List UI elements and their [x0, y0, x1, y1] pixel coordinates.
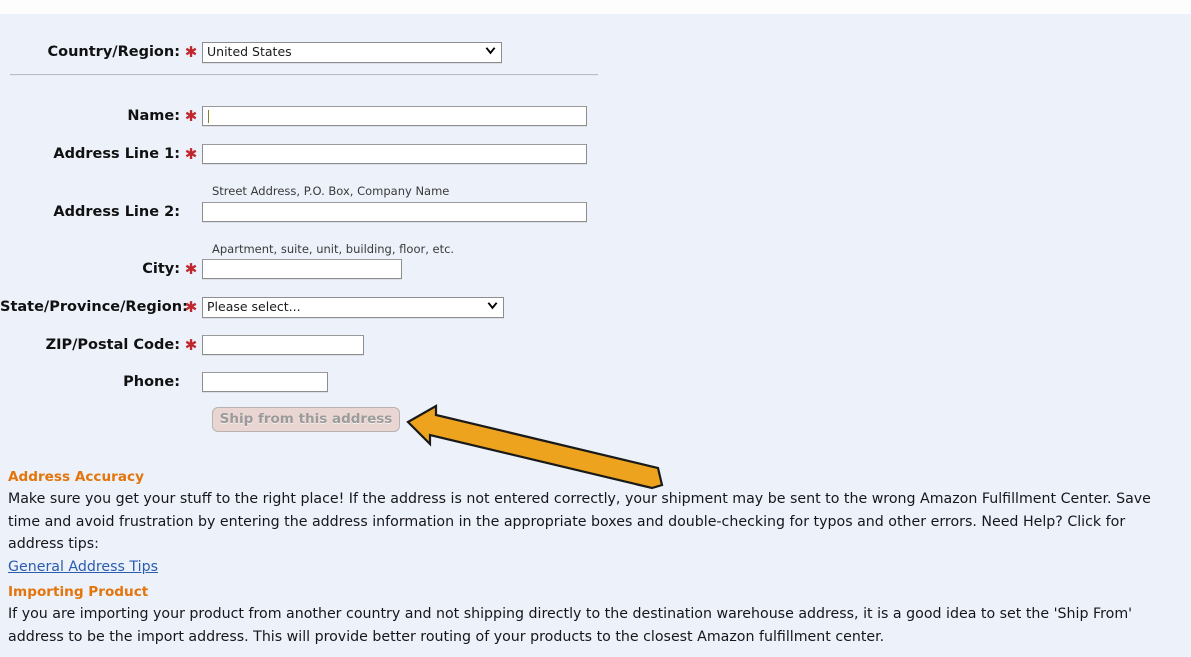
label-country-region: Country/Region:: [47, 44, 180, 60]
text-caret: [208, 109, 209, 123]
label-name: Name:: [127, 108, 180, 124]
field-row-city: City: ✱: [0, 255, 402, 283]
label-city: City:: [142, 261, 180, 277]
top-white-strip: [0, 0, 1191, 14]
required-asterisk-name: ✱: [184, 107, 198, 125]
required-asterisk-state-province-region: ✱: [184, 298, 198, 316]
chevron-down-glyph: [487, 302, 497, 310]
label-zip-postal-code: ZIP/Postal Code:: [45, 337, 180, 353]
page-root: Country/Region: ✱ United States Name: ✱ …: [0, 0, 1191, 657]
field-row-address-line-1: Address Line 1: ✱: [0, 140, 587, 168]
note-address-accuracy-body: Make sure you get your stuff to the righ…: [8, 491, 1151, 552]
input-phone[interactable]: [202, 372, 328, 392]
label-address-line-1: Address Line 1:: [53, 146, 180, 162]
note-address-accuracy-heading: Address Accuracy: [8, 469, 144, 485]
field-row-zip-postal-code: ZIP/Postal Code: ✱: [0, 331, 364, 359]
select-country-region-value: United States: [207, 44, 292, 59]
label-address-line-2: Address Line 2:: [53, 204, 180, 220]
note-importing-product: Importing Product If you are importing y…: [8, 582, 1183, 648]
select-country-region[interactable]: United States: [202, 41, 502, 63]
hint-address-line-2: Apartment, suite, unit, building, floor,…: [212, 242, 455, 256]
section-divider: [10, 74, 598, 76]
general-address-tips-link[interactable]: General Address Tips: [8, 559, 158, 575]
select-state-province-region-value: Please select...: [207, 299, 301, 314]
required-asterisk-country-region: ✱: [184, 43, 198, 61]
input-name[interactable]: [202, 106, 587, 126]
input-address-line-1[interactable]: [202, 144, 587, 164]
chevron-down-icon: [485, 302, 499, 312]
note-importing-product-heading: Importing Product: [8, 584, 149, 600]
hint-address-line-1: Street Address, P.O. Box, Company Name: [212, 184, 450, 198]
chevron-down-icon: [483, 47, 497, 57]
input-city[interactable]: [202, 259, 402, 279]
required-asterisk-zip-postal-code: ✱: [184, 336, 198, 354]
note-importing-product-body: If you are importing your product from a…: [8, 606, 1133, 645]
required-asterisk-city: ✱: [184, 260, 198, 278]
field-row-phone: Phone:: [0, 368, 328, 396]
field-row-state-province-region: State/Province/Region: ✱ Please select..…: [0, 293, 504, 321]
label-phone: Phone:: [123, 374, 180, 390]
field-row-country-region: Country/Region: ✱ United States: [0, 38, 502, 66]
chevron-down-glyph: [485, 47, 495, 55]
input-zip-postal-code[interactable]: [202, 335, 364, 355]
note-address-accuracy: Address Accuracy Make sure you get your …: [8, 467, 1183, 578]
field-row-name: Name: ✱: [0, 102, 587, 130]
input-address-line-2[interactable]: [202, 202, 587, 222]
ship-from-this-address-button[interactable]: Ship from this address: [212, 407, 400, 432]
label-state-province-region: State/Province/Region:: [0, 299, 188, 315]
required-asterisk-address-line-1: ✱: [184, 145, 198, 163]
submit-button-wrapper: Ship from this address: [212, 407, 400, 432]
field-row-address-line-2: Address Line 2:: [0, 198, 587, 226]
select-state-province-region[interactable]: Please select...: [202, 296, 504, 318]
